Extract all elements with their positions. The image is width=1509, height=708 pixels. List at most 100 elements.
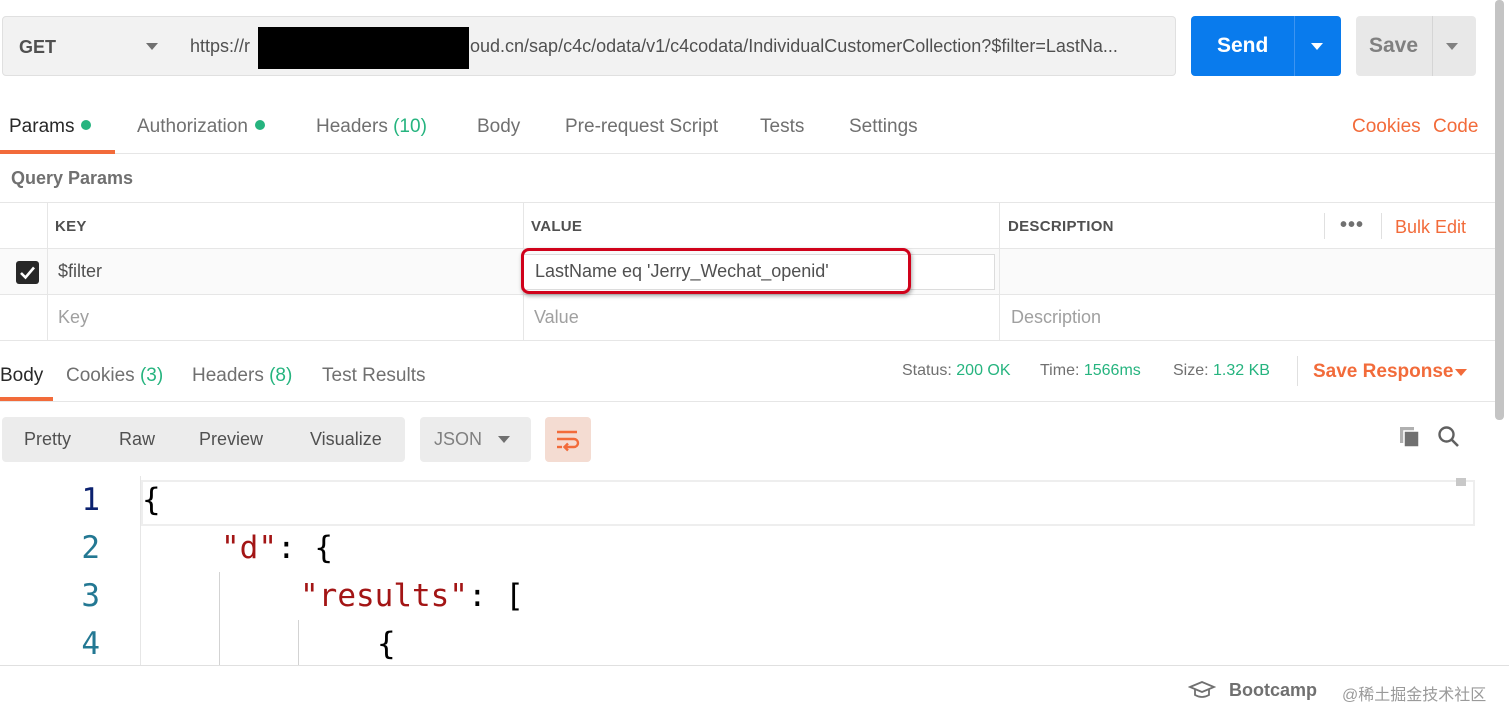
response-body-editor[interactable]: 1 2 3 4 { "d": { "results": [ {	[0, 476, 1490, 666]
line-number: 3	[81, 578, 100, 614]
column-header-value: VALUE	[531, 218, 583, 235]
new-value-field[interactable]: Value	[534, 307, 579, 328]
status-label: Status:	[902, 362, 952, 379]
status-bar: Bootcamp @稀土掘金技术社区	[0, 665, 1509, 708]
send-button[interactable]: Send	[1191, 16, 1341, 76]
chevron-down-icon	[498, 436, 510, 443]
response-tab-test-results[interactable]: Test Results	[322, 365, 425, 387]
watermark-text: @稀土掘金技术社区	[1342, 687, 1487, 704]
send-label: Send	[1217, 34, 1269, 57]
column-header-description: DESCRIPTION	[1008, 218, 1114, 235]
tab-params[interactable]: Params	[9, 116, 92, 138]
save-response-button[interactable]: Save Response	[1313, 361, 1453, 383]
search-icon[interactable]	[1437, 425, 1461, 449]
response-tab-cookies-count: (3)	[139, 365, 164, 386]
new-key-field[interactable]: Key	[58, 307, 89, 328]
wrap-lines-icon	[557, 430, 580, 452]
indent-guide	[219, 572, 220, 666]
save-label: Save	[1369, 34, 1419, 57]
save-button[interactable]: Save	[1356, 16, 1476, 76]
code-link[interactable]: Code	[1433, 116, 1478, 138]
meta-separator	[1297, 356, 1298, 386]
time-label: Time:	[1040, 362, 1080, 379]
query-params-title: Query Params	[11, 168, 134, 188]
status-value: 200 OK	[956, 362, 1011, 379]
current-line-highlight	[141, 480, 1475, 526]
response-tab-cookies[interactable]: Cookies (3)	[66, 365, 163, 387]
param-key-field[interactable]: $filter	[58, 261, 102, 282]
request-tabs: Params Authorization Headers (10) Body P…	[0, 100, 1500, 154]
url-end: oud.cn/sap/c4c/odata/v1/c4codata/Individ…	[470, 36, 1118, 56]
json-key: "d"	[221, 530, 277, 566]
tab-headers-count: (10)	[393, 116, 427, 137]
status-dot-icon	[81, 120, 92, 130]
request-bar: GET https://r oud.cn/sap/c4c/odata/v1/c4…	[0, 0, 1509, 92]
code-line: {	[377, 626, 396, 662]
active-response-tab-underline	[0, 397, 53, 401]
line-number: 1	[81, 482, 100, 518]
bootcamp-link[interactable]: Bootcamp	[1229, 680, 1317, 701]
tab-headers-label: Headers	[316, 116, 388, 137]
view-pretty-button[interactable]: Pretty	[24, 429, 71, 450]
time-value: 1566ms	[1083, 362, 1141, 379]
response-tab-body[interactable]: Body	[0, 365, 43, 387]
save-response-chevron-icon[interactable]	[1455, 369, 1467, 376]
tab-authorization[interactable]: Authorization	[137, 116, 265, 138]
response-tab-headers[interactable]: Headers (8)	[192, 365, 292, 387]
status-dot-icon	[254, 120, 265, 130]
line-number: 2	[81, 530, 100, 566]
format-label: JSON	[434, 429, 483, 449]
tab-settings[interactable]: Settings	[849, 116, 918, 138]
wrap-lines-button[interactable]	[545, 417, 591, 462]
column-divider	[47, 203, 48, 341]
send-options-chevron-icon[interactable]	[1311, 43, 1323, 50]
view-visualize-button[interactable]: Visualize	[310, 429, 382, 450]
checkmark-icon	[20, 266, 35, 280]
new-description-field[interactable]: Description	[1011, 307, 1101, 328]
tab-params-label: Params	[9, 116, 75, 137]
graduation-cap-icon	[1188, 681, 1216, 698]
json-punct: : {	[277, 530, 333, 566]
view-raw-button[interactable]: Raw	[119, 429, 155, 450]
page-scrollbar[interactable]	[1495, 0, 1504, 420]
response-time: Time: 1566ms	[1040, 362, 1141, 380]
active-tab-underline	[0, 150, 115, 154]
tab-headers[interactable]: Headers (10)	[316, 116, 427, 138]
view-mode-group: Pretty Raw Preview Visualize	[2, 417, 405, 462]
method-select[interactable]: GET	[2, 16, 175, 76]
format-select[interactable]: JSON	[420, 417, 531, 462]
send-divider	[1294, 16, 1295, 76]
header-separator	[1324, 213, 1325, 239]
url-input[interactable]: https://r oud.cn/sap/c4c/odata/v1/c4coda…	[174, 16, 1176, 76]
copy-icon[interactable]	[1398, 425, 1422, 449]
column-header-key: KEY	[55, 218, 87, 235]
url-start: https://r	[190, 36, 251, 56]
size-value: 1.32 KB	[1213, 362, 1270, 379]
tab-tests[interactable]: Tests	[760, 116, 804, 138]
chevron-down-icon	[146, 43, 158, 50]
view-preview-button[interactable]: Preview	[199, 429, 263, 450]
more-options-icon[interactable]: •••	[1340, 214, 1364, 237]
code-line: "d": {	[221, 530, 333, 566]
tab-body[interactable]: Body	[477, 116, 520, 138]
line-number: 4	[81, 626, 100, 662]
response-size: Size: 1.32 KB	[1173, 362, 1270, 380]
method-label: GET	[19, 37, 57, 57]
params-header-row: KEY VALUE DESCRIPTION ••• Bulk Edit	[0, 203, 1500, 249]
response-tab-headers-label: Headers	[192, 365, 264, 386]
indent-guide	[298, 620, 299, 666]
cookies-link[interactable]: Cookies	[1352, 116, 1421, 138]
response-tab-cookies-label: Cookies	[66, 365, 135, 386]
tab-authorization-label: Authorization	[137, 116, 248, 137]
column-divider	[999, 203, 1000, 341]
save-options-chevron-icon[interactable]	[1446, 43, 1458, 50]
code-line: {	[142, 482, 161, 518]
value-highlight-annotation	[521, 248, 911, 294]
param-enabled-checkbox[interactable]	[16, 261, 39, 284]
tab-pre-request-script[interactable]: Pre-request Script	[565, 116, 718, 138]
save-divider	[1432, 16, 1433, 76]
bulk-edit-link[interactable]: Bulk Edit	[1395, 217, 1466, 238]
response-tab-headers-count: (8)	[269, 365, 293, 386]
code-line: "results": [	[300, 578, 524, 614]
redaction-box	[258, 27, 469, 69]
